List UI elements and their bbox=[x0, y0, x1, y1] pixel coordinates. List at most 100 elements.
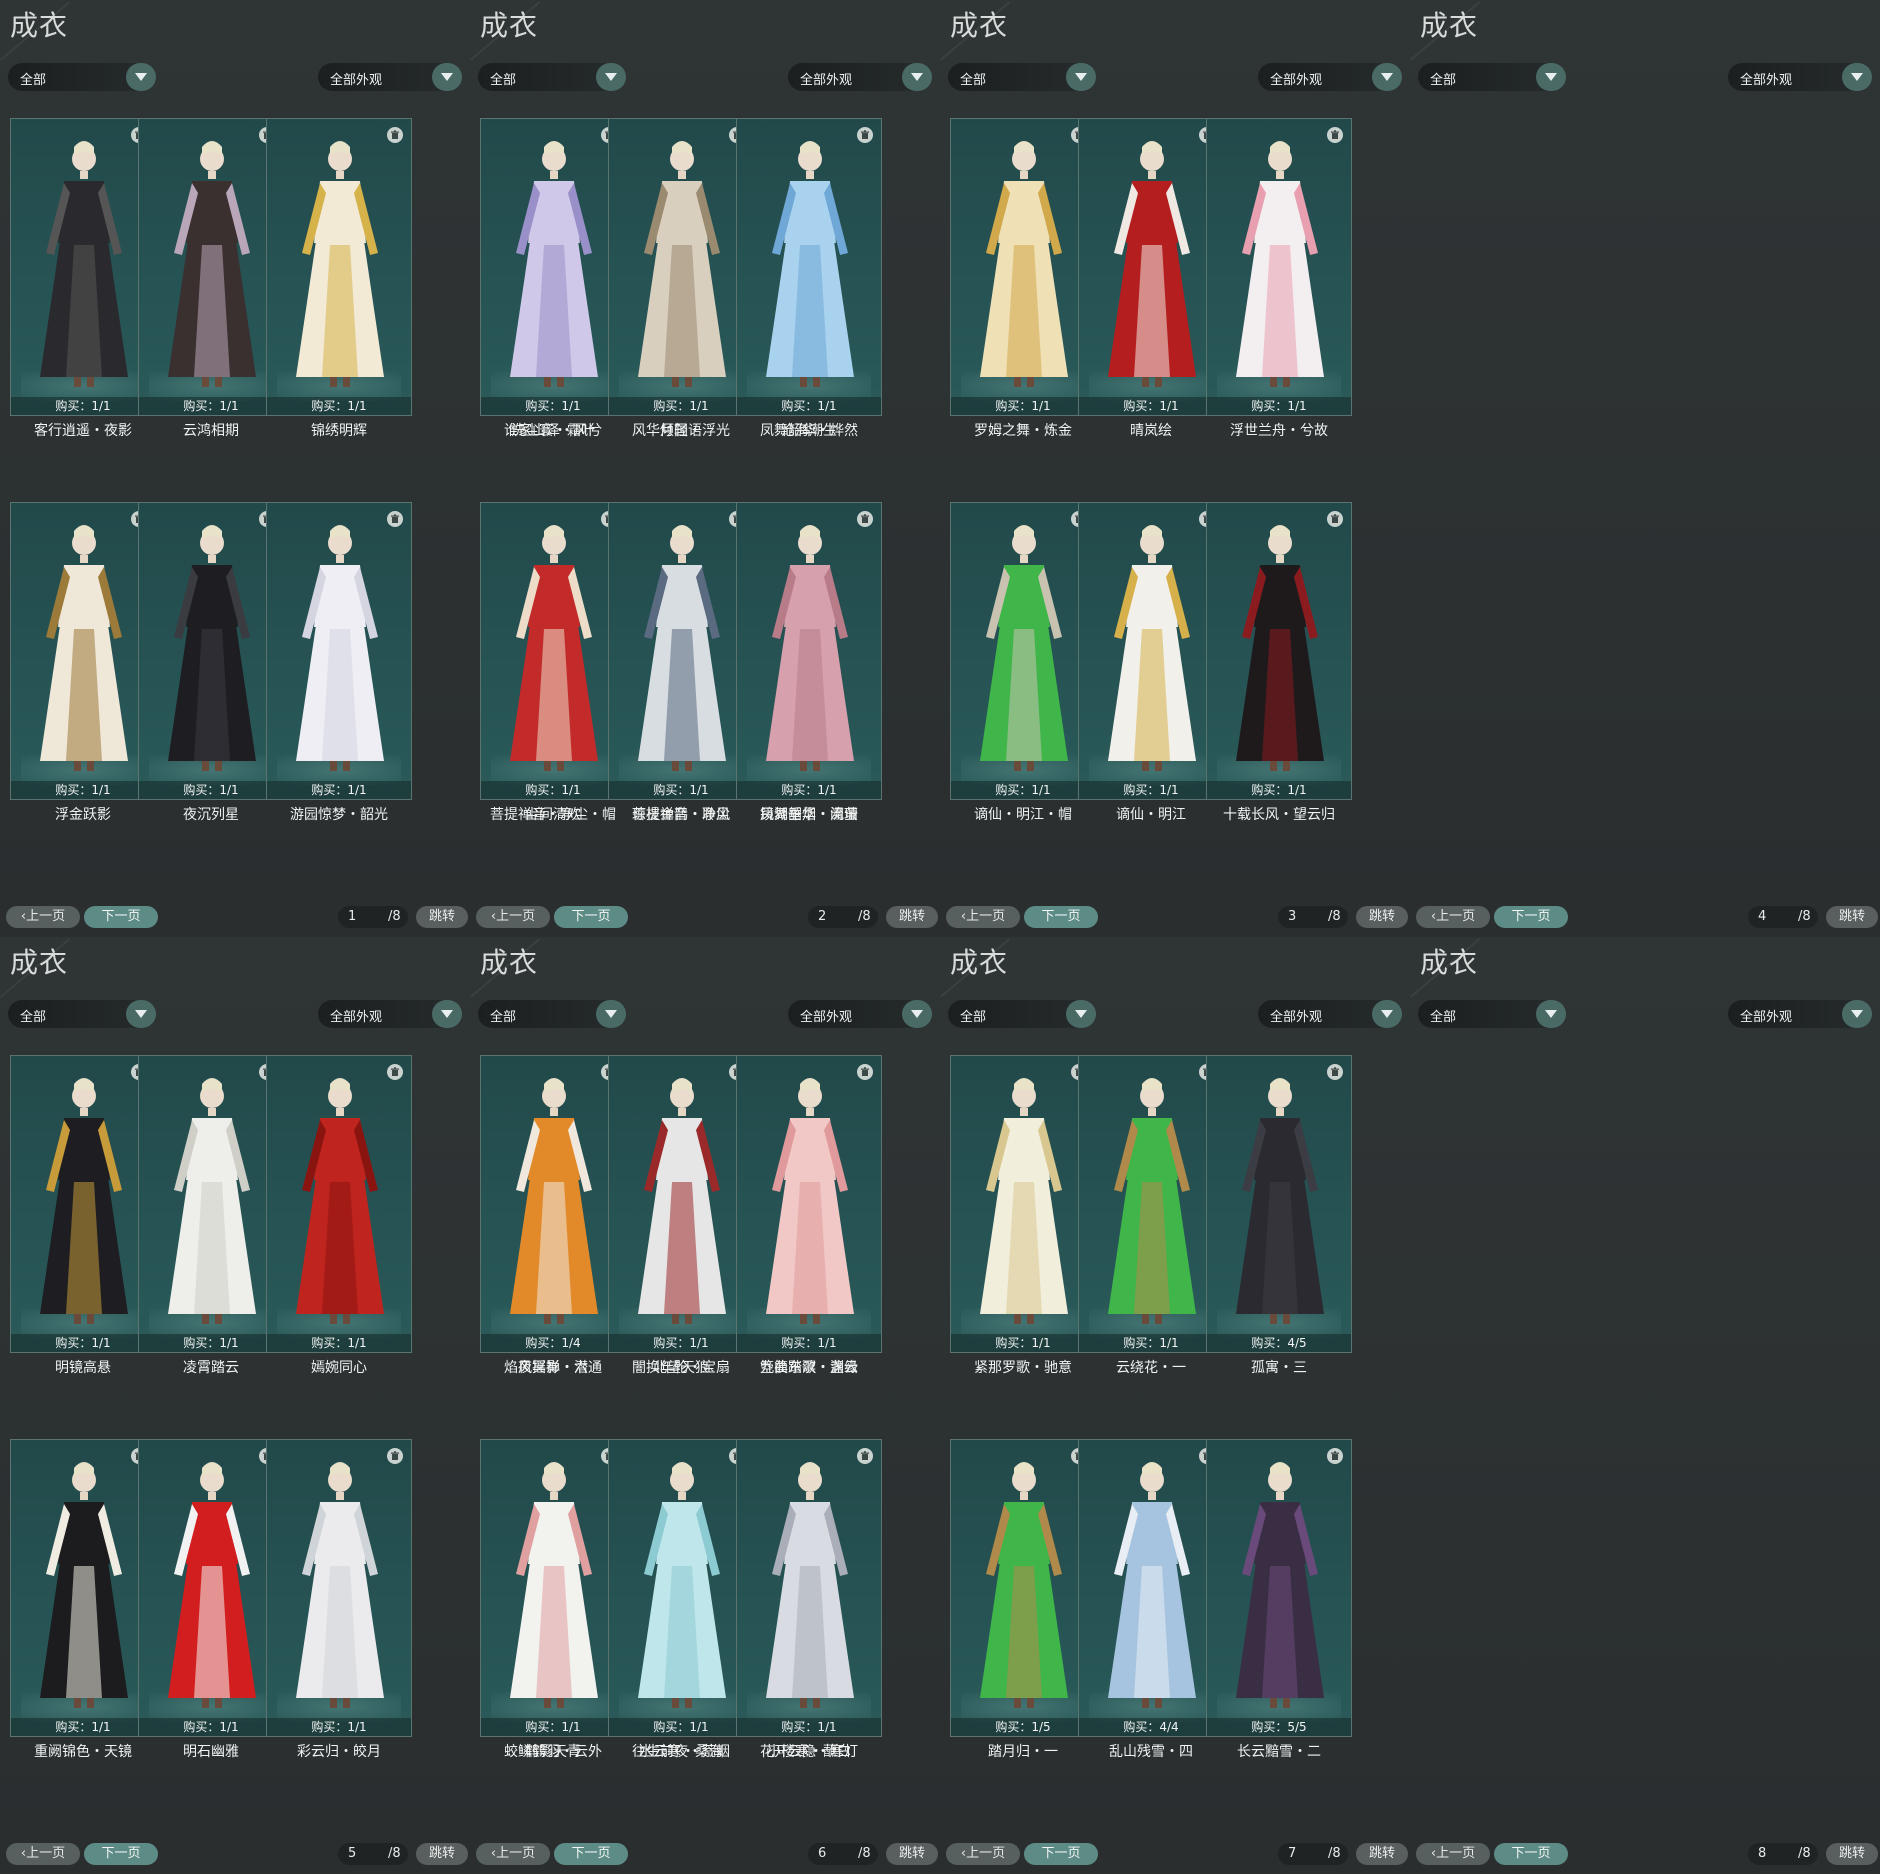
page-number-input[interactable]: 2/8 bbox=[808, 906, 878, 928]
outfit-card[interactable]: 购买：4/5 bbox=[1206, 1055, 1352, 1353]
jump-button[interactable]: 跳转 bbox=[1826, 1843, 1878, 1865]
chevron-down-icon[interactable] bbox=[126, 63, 156, 91]
appearance-dropdown[interactable]: 全部外观 bbox=[318, 63, 462, 91]
outfit-card[interactable]: 购买：1/1 bbox=[138, 502, 284, 800]
chevron-down-icon[interactable] bbox=[596, 1000, 626, 1028]
page-number-input[interactable]: 5/8 bbox=[338, 1843, 408, 1865]
trash-icon[interactable] bbox=[387, 1448, 403, 1464]
outfit-card[interactable]: 购买：1/1 bbox=[608, 502, 754, 800]
category-dropdown[interactable]: 全部 bbox=[948, 1000, 1096, 1028]
outfit-card[interactable]: 购买：1/1 bbox=[138, 1439, 284, 1737]
page-number-input[interactable]: 7/8 bbox=[1278, 1843, 1348, 1865]
outfit-card[interactable]: 购买：1/1 bbox=[10, 1439, 156, 1737]
outfit-card[interactable]: 购买：1/1 bbox=[1078, 118, 1224, 416]
category-dropdown[interactable]: 全部 bbox=[1418, 63, 1566, 91]
chevron-down-icon[interactable] bbox=[1066, 1000, 1096, 1028]
prev-page-button[interactable]: ‹上一页 bbox=[946, 906, 1020, 928]
outfit-card[interactable]: 购买：4/4 bbox=[1078, 1439, 1224, 1737]
appearance-dropdown[interactable]: 全部外观 bbox=[1728, 1000, 1872, 1028]
trash-icon[interactable] bbox=[1327, 127, 1343, 143]
prev-page-button[interactable]: ‹上一页 bbox=[476, 906, 550, 928]
next-page-button[interactable]: 下一页 bbox=[1024, 906, 1098, 928]
outfit-card[interactable]: 购买：1/1 bbox=[1078, 502, 1224, 800]
category-dropdown[interactable]: 全部 bbox=[478, 63, 626, 91]
chevron-down-icon[interactable] bbox=[596, 63, 626, 91]
page-number-input[interactable]: 8/8 bbox=[1748, 1843, 1818, 1865]
jump-button[interactable]: 跳转 bbox=[886, 1843, 938, 1865]
outfit-card[interactable]: 购买：1/1 bbox=[608, 118, 754, 416]
chevron-down-icon[interactable] bbox=[1066, 63, 1096, 91]
trash-icon[interactable] bbox=[387, 127, 403, 143]
appearance-dropdown[interactable]: 全部外观 bbox=[318, 1000, 462, 1028]
next-page-button[interactable]: 下一页 bbox=[84, 906, 158, 928]
category-dropdown[interactable]: 全部 bbox=[948, 63, 1096, 91]
outfit-card[interactable]: 购买：1/1 bbox=[736, 1439, 882, 1737]
page-number-input[interactable]: 6/8 bbox=[808, 1843, 878, 1865]
outfit-card[interactable]: 购买：1/1 bbox=[266, 1055, 412, 1353]
page-number-input[interactable]: 4/8 bbox=[1748, 906, 1818, 928]
category-dropdown[interactable]: 全部 bbox=[8, 1000, 156, 1028]
prev-page-button[interactable]: ‹上一页 bbox=[946, 1843, 1020, 1865]
prev-page-button[interactable]: ‹上一页 bbox=[476, 1843, 550, 1865]
prev-page-button[interactable]: ‹上一页 bbox=[1416, 1843, 1490, 1865]
outfit-card[interactable]: 购买：1/1 bbox=[950, 118, 1096, 416]
chevron-down-icon[interactable] bbox=[1842, 1000, 1872, 1028]
jump-button[interactable]: 跳转 bbox=[1356, 906, 1408, 928]
jump-button[interactable]: 跳转 bbox=[1826, 906, 1878, 928]
outfit-card[interactable]: 购买：1/1 bbox=[1206, 118, 1352, 416]
category-dropdown[interactable]: 全部 bbox=[8, 63, 156, 91]
chevron-down-icon[interactable] bbox=[1536, 1000, 1566, 1028]
chevron-down-icon[interactable] bbox=[1842, 63, 1872, 91]
category-dropdown[interactable]: 全部 bbox=[478, 1000, 626, 1028]
prev-page-button[interactable]: ‹上一页 bbox=[6, 906, 80, 928]
appearance-dropdown[interactable]: 全部外观 bbox=[788, 1000, 932, 1028]
outfit-card[interactable]: 购买：1/1 bbox=[138, 1055, 284, 1353]
outfit-card[interactable]: 购买：1/1 bbox=[950, 502, 1096, 800]
next-page-button[interactable]: 下一页 bbox=[554, 1843, 628, 1865]
trash-icon[interactable] bbox=[387, 1064, 403, 1080]
trash-icon[interactable] bbox=[857, 1064, 873, 1080]
jump-button[interactable]: 跳转 bbox=[416, 906, 468, 928]
prev-page-button[interactable]: ‹上一页 bbox=[6, 1843, 80, 1865]
outfit-card[interactable]: 购买：1/1 bbox=[480, 118, 626, 416]
outfit-card[interactable]: 购买：1/1 bbox=[1078, 1055, 1224, 1353]
chevron-down-icon[interactable] bbox=[432, 1000, 462, 1028]
jump-button[interactable]: 跳转 bbox=[886, 906, 938, 928]
outfit-card[interactable]: 购买：1/1 bbox=[736, 1055, 882, 1353]
outfit-card[interactable]: 购买：5/5 bbox=[1206, 1439, 1352, 1737]
outfit-card[interactable]: 购买：1/1 bbox=[266, 1439, 412, 1737]
outfit-card[interactable]: 购买：1/4 bbox=[480, 1055, 626, 1353]
page-number-input[interactable]: 3/8 bbox=[1278, 906, 1348, 928]
next-page-button[interactable]: 下一页 bbox=[1024, 1843, 1098, 1865]
appearance-dropdown[interactable]: 全部外观 bbox=[1258, 63, 1402, 91]
outfit-card[interactable]: 购买：1/1 bbox=[266, 502, 412, 800]
outfit-card[interactable]: 购买：1/1 bbox=[266, 118, 412, 416]
chevron-down-icon[interactable] bbox=[1536, 63, 1566, 91]
appearance-dropdown[interactable]: 全部外观 bbox=[1258, 1000, 1402, 1028]
outfit-card[interactable]: 购买：1/1 bbox=[736, 118, 882, 416]
trash-icon[interactable] bbox=[857, 511, 873, 527]
next-page-button[interactable]: 下一页 bbox=[1494, 906, 1568, 928]
next-page-button[interactable]: 下一页 bbox=[84, 1843, 158, 1865]
page-number-input[interactable]: 1/8 bbox=[338, 906, 408, 928]
trash-icon[interactable] bbox=[1327, 511, 1343, 527]
outfit-card[interactable]: 购买：1/1 bbox=[480, 1439, 626, 1737]
chevron-down-icon[interactable] bbox=[126, 1000, 156, 1028]
chevron-down-icon[interactable] bbox=[902, 63, 932, 91]
next-page-button[interactable]: 下一页 bbox=[554, 906, 628, 928]
category-dropdown[interactable]: 全部 bbox=[1418, 1000, 1566, 1028]
outfit-card[interactable]: 购买：1/1 bbox=[10, 502, 156, 800]
chevron-down-icon[interactable] bbox=[1372, 63, 1402, 91]
outfit-card[interactable]: 购买：1/1 bbox=[736, 502, 882, 800]
next-page-button[interactable]: 下一页 bbox=[1494, 1843, 1568, 1865]
chevron-down-icon[interactable] bbox=[432, 63, 462, 91]
outfit-card[interactable]: 购买：1/1 bbox=[138, 118, 284, 416]
trash-icon[interactable] bbox=[1327, 1064, 1343, 1080]
trash-icon[interactable] bbox=[1327, 1448, 1343, 1464]
jump-button[interactable]: 跳转 bbox=[416, 1843, 468, 1865]
outfit-card[interactable]: 购买：1/1 bbox=[10, 118, 156, 416]
appearance-dropdown[interactable]: 全部外观 bbox=[788, 63, 932, 91]
jump-button[interactable]: 跳转 bbox=[1356, 1843, 1408, 1865]
prev-page-button[interactable]: ‹上一页 bbox=[1416, 906, 1490, 928]
outfit-card[interactable]: 购买：1/1 bbox=[608, 1055, 754, 1353]
